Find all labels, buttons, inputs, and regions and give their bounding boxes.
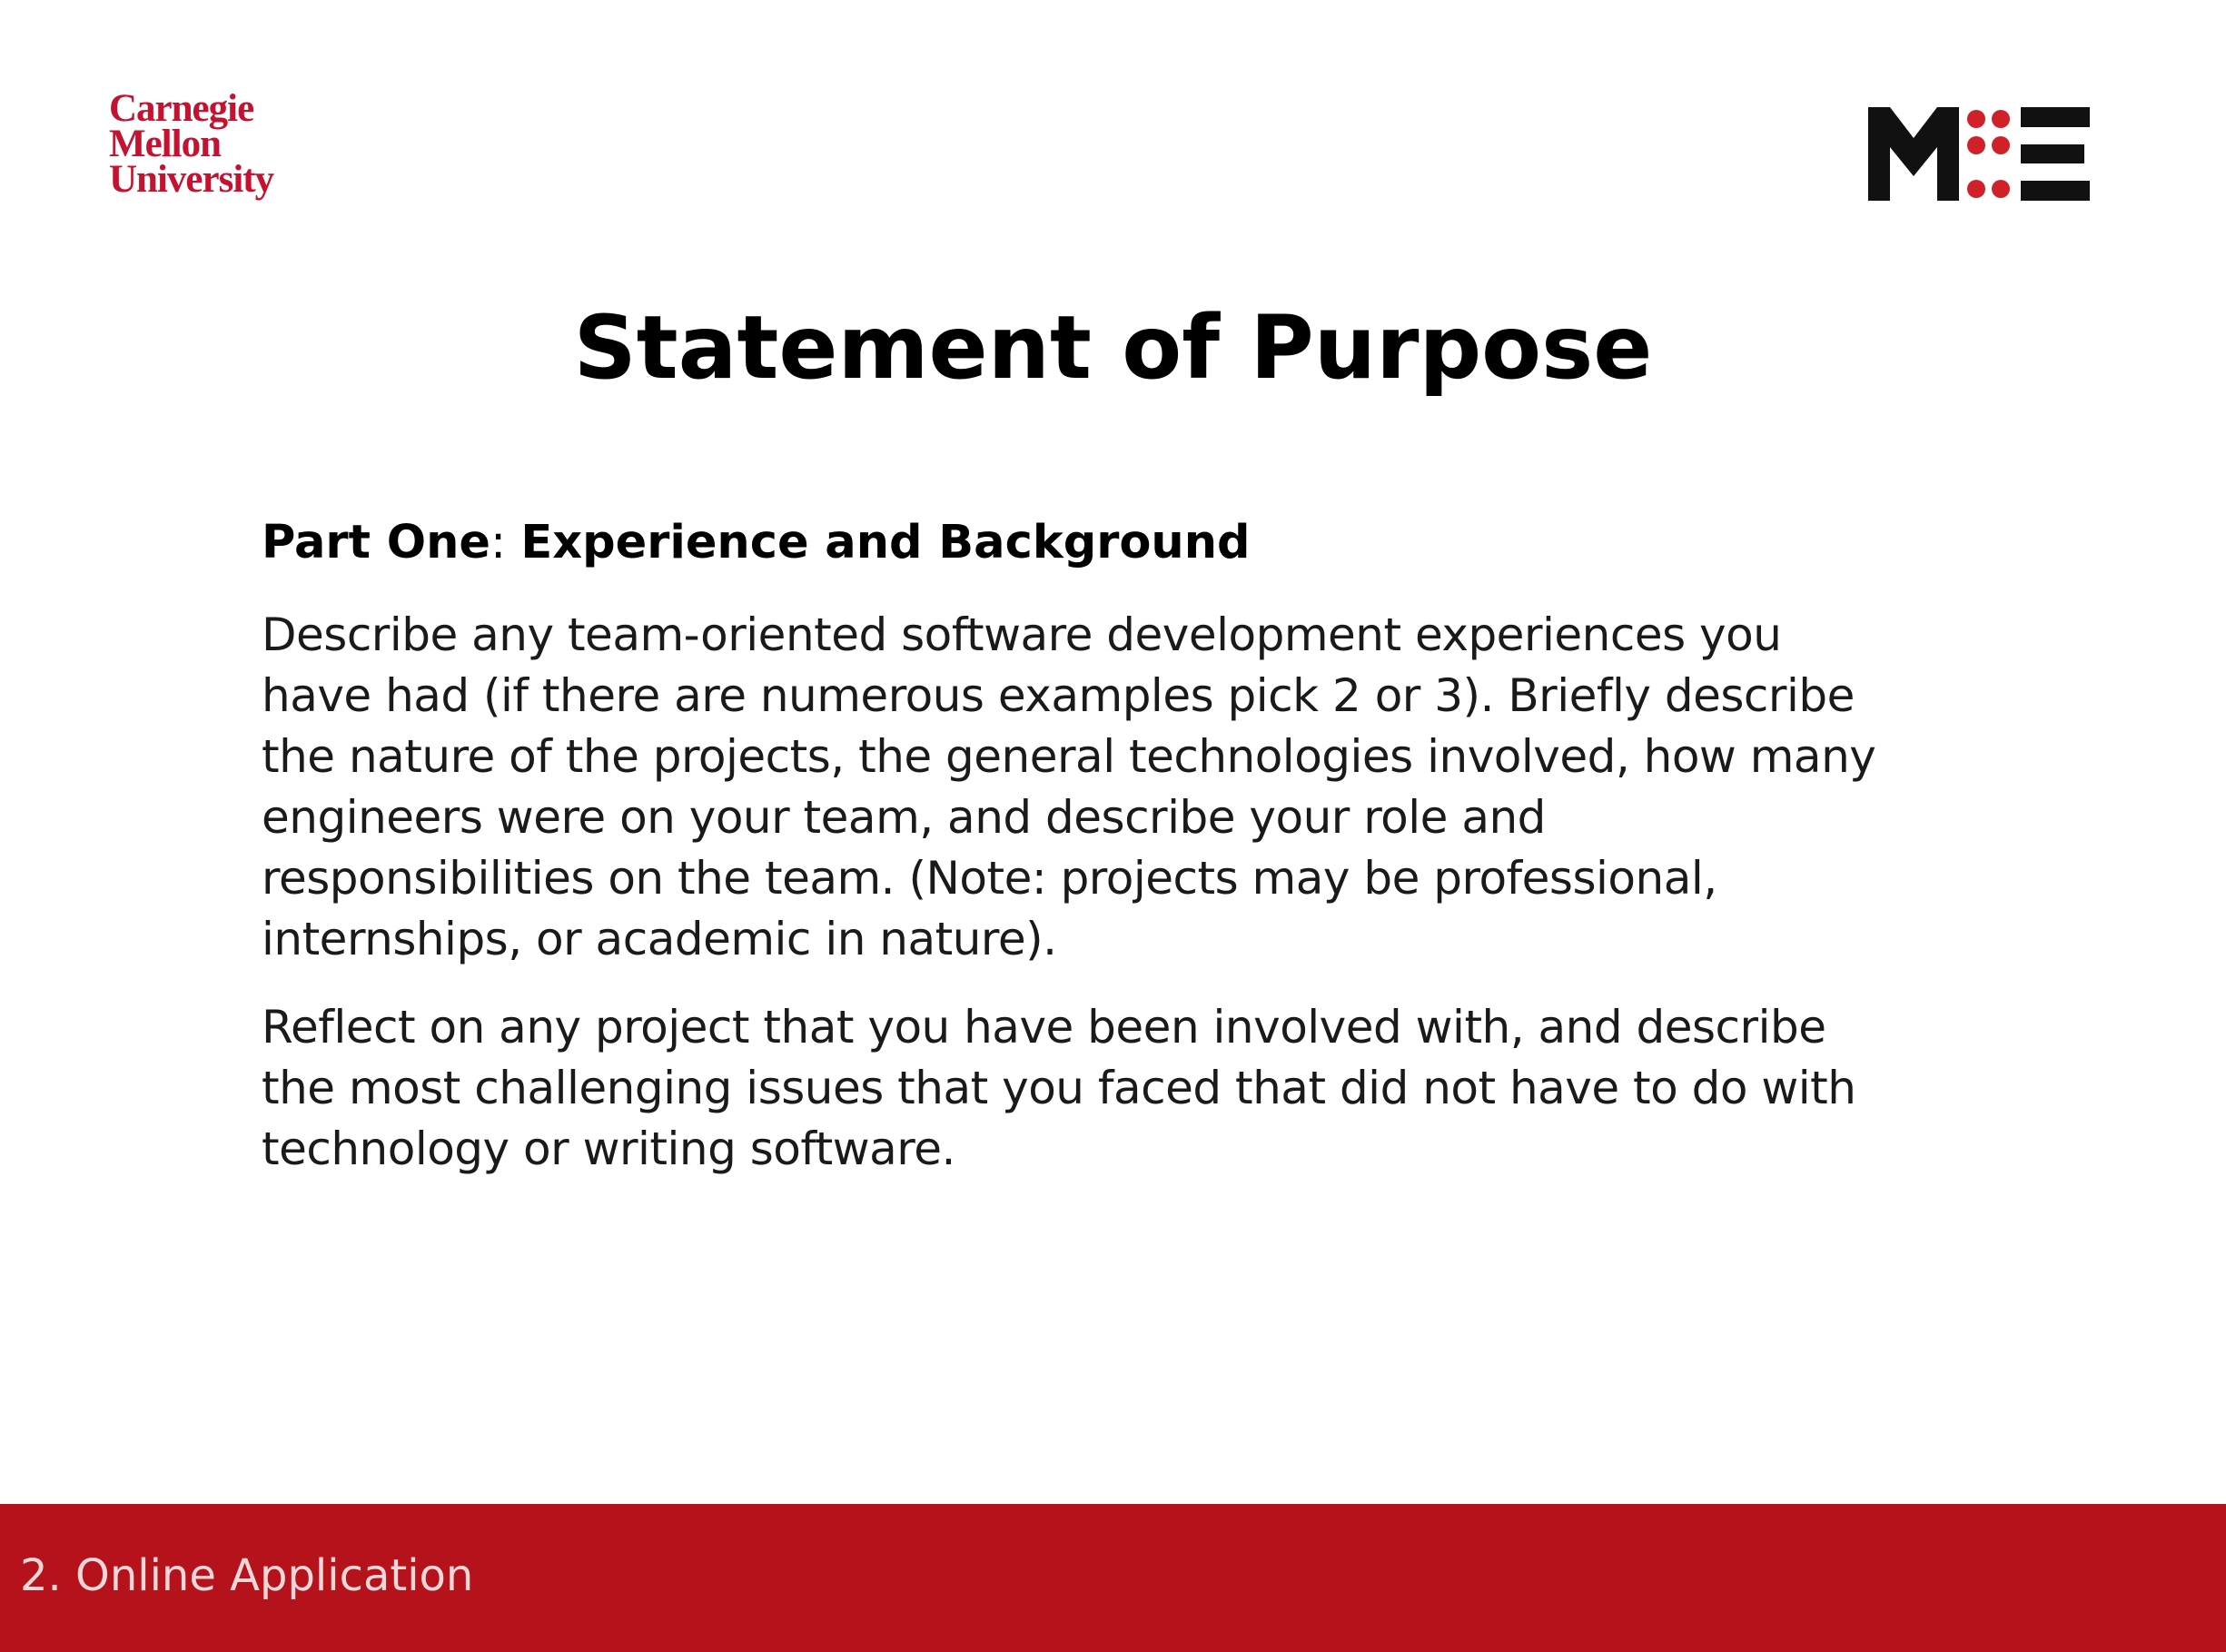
cmu-logo: Carnegie Mellon University	[109, 87, 274, 201]
mse-logo-e-middle	[2021, 144, 2084, 163]
cmu-logo-line-1: Carnegie	[109, 87, 254, 130]
mse-logo-e-top	[2021, 107, 2090, 127]
paragraph-line: engineers were on your team, and describ…	[262, 791, 1546, 844]
cmu-logo-line-3: University	[109, 158, 274, 201]
mse-logo-e-bottom	[2021, 181, 2090, 201]
paragraph-line: Describe any team-oriented software deve…	[262, 608, 1782, 661]
mse-logo-m	[1868, 107, 1959, 201]
part-heading-prefix: Part One	[262, 516, 490, 569]
slide-content: Part One: Experience and Background Desc…	[262, 507, 2014, 1207]
paragraph-line: the nature of the projects, the general …	[262, 730, 1876, 783]
part-heading: Part One: Experience and Background	[262, 507, 2014, 579]
mse-logo-dot	[1967, 110, 1985, 128]
mse-logo-dot	[1992, 110, 2010, 128]
paragraph-line: the most challenging issues that you fac…	[262, 1062, 1856, 1114]
mse-logo-dot	[1967, 180, 1985, 198]
slide-title: Statement of Purpose	[573, 297, 1653, 399]
paragraph-experience: Describe any team-oriented software deve…	[262, 605, 2014, 970]
footer-section-label: 2. Online Application	[20, 1550, 474, 1601]
mse-logo-dot	[1967, 136, 1985, 154]
paragraph-reflection: Reflect on any project that you have bee…	[262, 997, 2014, 1180]
paragraph-line: internships, or academic in nature).	[262, 913, 1057, 965]
paragraph-line: have had (if there are numerous examples…	[262, 669, 1855, 722]
part-heading-separator: :	[490, 516, 521, 569]
footer-bar: 2. Online Application	[0, 1504, 2226, 1652]
paragraph-line: responsibilities on the team. (Note: pro…	[262, 852, 1717, 905]
paragraph-line: technology or writing software.	[262, 1123, 955, 1175]
mse-logo	[1868, 107, 2090, 201]
mse-logo-dot	[1992, 136, 2010, 154]
slide: Carnegie Mellon University Statement of …	[0, 0, 2226, 1652]
mse-logo-dot	[1992, 180, 2010, 198]
part-heading-topic: Experience and Background	[520, 516, 1251, 569]
paragraph-line: Reflect on any project that you have bee…	[262, 1001, 1826, 1054]
cmu-logo-line-2: Mellon	[109, 123, 222, 165]
